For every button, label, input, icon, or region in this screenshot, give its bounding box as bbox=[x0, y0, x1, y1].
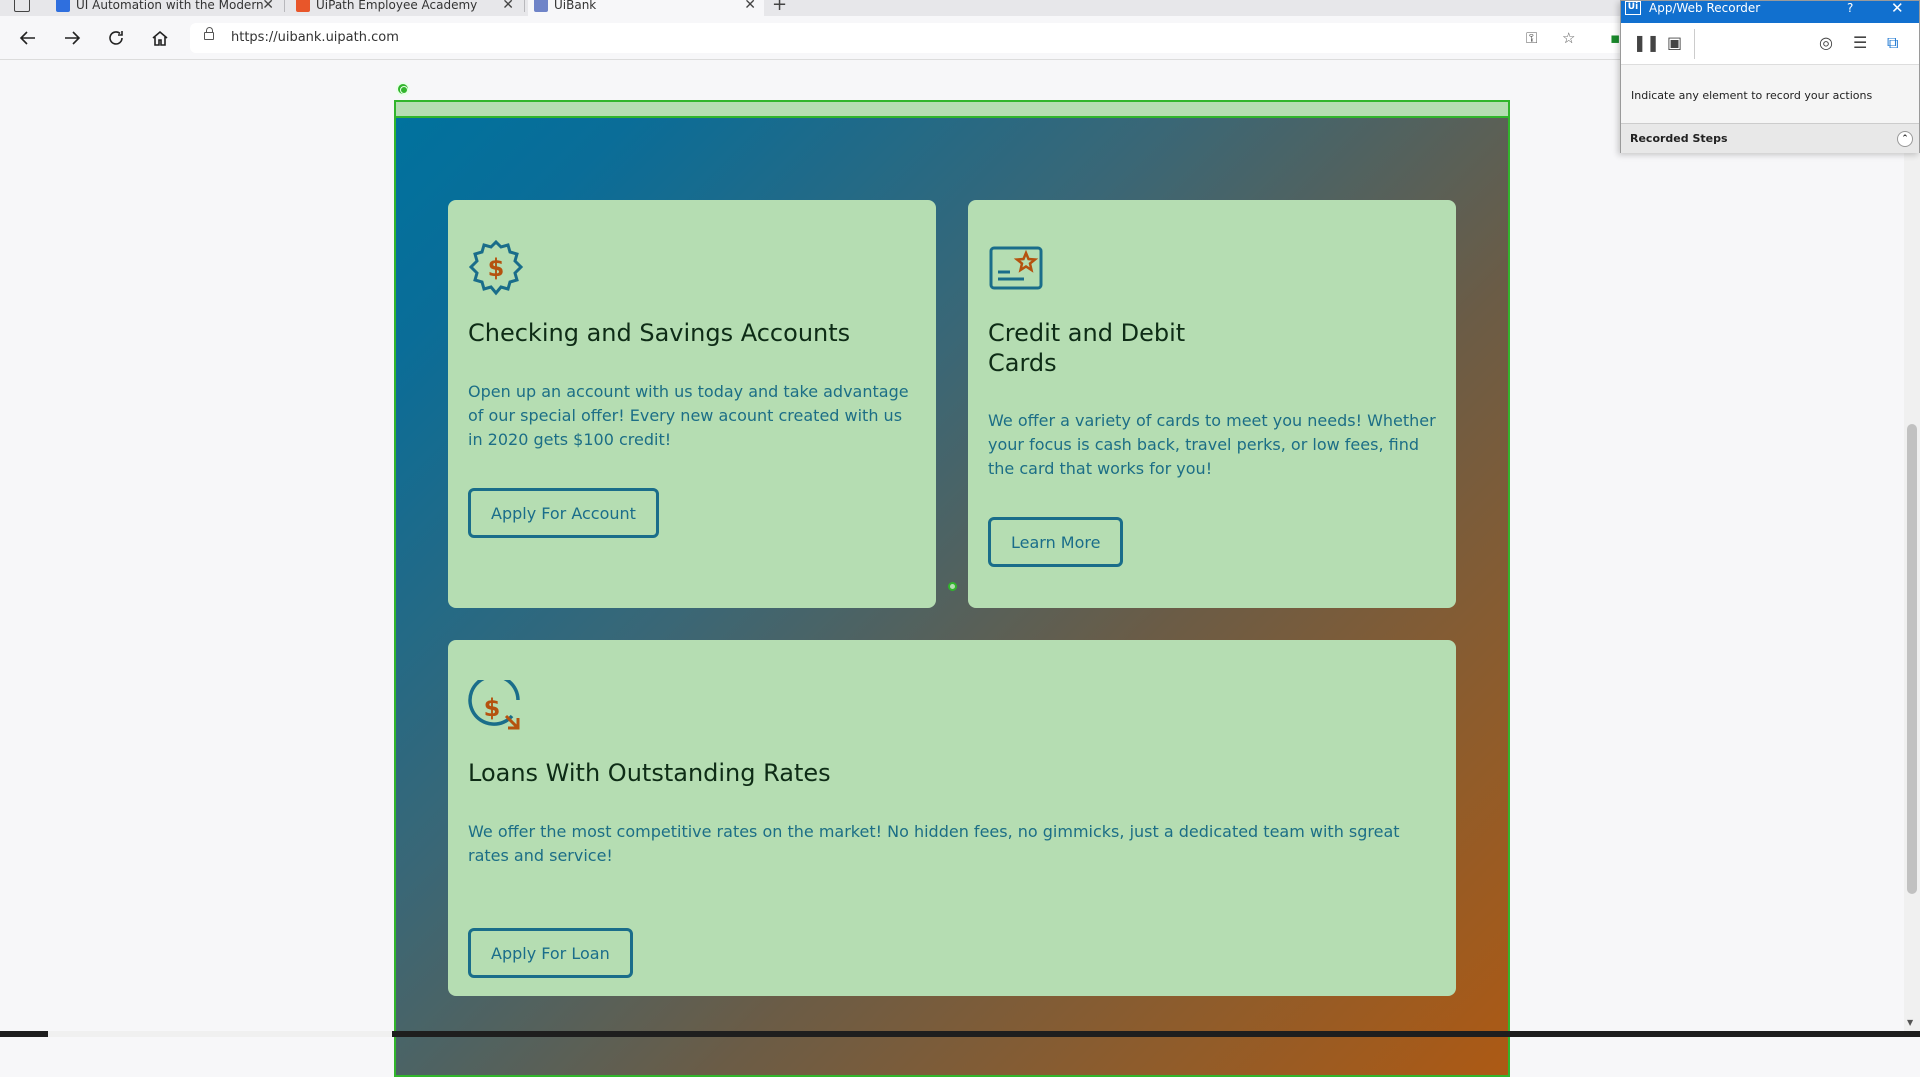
refresh-icon bbox=[109, 31, 123, 45]
tab-uibank[interactable]: UiBank ✕ bbox=[528, 0, 764, 16]
card-description: Open up an account with us today and tak… bbox=[468, 382, 909, 449]
extension-icon[interactable]: ▪ bbox=[1610, 29, 1620, 47]
close-tab-icon[interactable]: ✕ bbox=[262, 0, 274, 13]
card-checking-savings: $ Checking and Savings Accounts Open up … bbox=[448, 200, 936, 608]
card-title: Loans With Outstanding Rates bbox=[468, 759, 831, 787]
recorder-title-bar: Ui App/Web Recorder ? ✕ bbox=[1621, 0, 1919, 23]
learn-more-button[interactable]: Learn More bbox=[988, 517, 1124, 567]
uipath-favicon-icon bbox=[296, 0, 310, 12]
recorder-message: Indicate any element to record your acti… bbox=[1631, 89, 1873, 102]
bank-favicon-icon bbox=[534, 0, 548, 12]
tab-title: UiPath Employee Academy bbox=[316, 0, 478, 12]
favorites-star-icon[interactable]: ☆ bbox=[1562, 29, 1575, 47]
forward-arrow-icon bbox=[65, 31, 81, 45]
loan-dollar-icon: $ bbox=[468, 680, 520, 730]
page-scrollbar[interactable]: ▲ ▼ bbox=[1904, 60, 1920, 1031]
card-title: Checking and Savings Accounts bbox=[468, 319, 851, 347]
dollar-badge-icon: $ bbox=[468, 240, 524, 296]
home-icon bbox=[152, 30, 168, 46]
refresh-button[interactable] bbox=[102, 24, 130, 52]
pause-icon[interactable]: ❚❚ bbox=[1633, 33, 1660, 52]
screenshot-icon[interactable]: ⧉ bbox=[1887, 33, 1898, 53]
close-icon[interactable]: ✕ bbox=[1891, 0, 1904, 17]
svg-text:$: $ bbox=[488, 254, 505, 282]
svg-text:$: $ bbox=[484, 694, 501, 722]
selection-handle-icon[interactable] bbox=[396, 82, 410, 96]
back-arrow-icon bbox=[19, 31, 35, 45]
card-credit-debit: Credit and Debit Cards We offer a variet… bbox=[968, 200, 1456, 608]
close-tab-icon[interactable]: ✕ bbox=[744, 0, 756, 13]
card-description: We offer a variety of cards to meet you … bbox=[988, 411, 1436, 478]
url-field[interactable]: https://uibank.uipath.com ⚿ ☆ ▪ bbox=[190, 23, 1630, 53]
forward-button[interactable] bbox=[58, 24, 86, 52]
save-icon[interactable]: ▣ bbox=[1667, 33, 1682, 52]
card-description: We offer the most competitive rates on t… bbox=[468, 822, 1400, 865]
selection-strip bbox=[396, 102, 1508, 118]
app-web-recorder-panel: Ui App/Web Recorder ? ✕ ❚❚ ▣ ◎ ☰ ⧉ Indic… bbox=[1620, 0, 1920, 153]
apply-for-account-button[interactable]: Apply For Account bbox=[468, 488, 659, 538]
taskbar-segment bbox=[48, 1031, 392, 1037]
scroll-down-icon[interactable]: ▼ bbox=[1907, 1018, 1913, 1027]
apply-for-loan-button[interactable]: Apply For Loan bbox=[468, 928, 633, 978]
url-text: https://uibank.uipath.com bbox=[231, 30, 399, 45]
tab-actions-icon[interactable] bbox=[14, 0, 30, 12]
new-tab-icon[interactable]: + bbox=[772, 0, 787, 15]
close-tab-icon[interactable]: ✕ bbox=[502, 0, 514, 13]
help-icon[interactable]: ? bbox=[1847, 1, 1853, 15]
selection-center-icon bbox=[948, 582, 957, 591]
uipath-logo-icon: Ui bbox=[1625, 1, 1641, 15]
recorder-toolbar: ❚❚ ▣ ◎ ☰ ⧉ bbox=[1621, 23, 1919, 65]
back-button[interactable] bbox=[14, 24, 42, 52]
key-icon[interactable]: ⚿ bbox=[1526, 29, 1537, 47]
target-icon[interactable]: ◎ bbox=[1819, 33, 1833, 52]
chevron-up-icon[interactable]: ⌃ bbox=[1897, 131, 1913, 147]
tab-title: UiBank bbox=[554, 0, 597, 12]
recorded-steps-label: Recorded Steps bbox=[1630, 132, 1728, 145]
tab-uipath-academy[interactable]: UiPath Employee Academy ✕ bbox=[290, 0, 522, 16]
lock-icon bbox=[204, 27, 214, 40]
card-loans: $ Loans With Outstanding Rates We offer … bbox=[448, 640, 1456, 996]
tab-ui-automation[interactable]: UI Automation with the Modern ✕ bbox=[50, 0, 282, 16]
steps-list-icon[interactable]: ☰ bbox=[1853, 33, 1867, 52]
page-viewport: $ Checking and Savings Accounts Open up … bbox=[0, 60, 1904, 1077]
tab-title: UI Automation with the Modern bbox=[76, 0, 264, 12]
home-button[interactable] bbox=[146, 24, 174, 52]
scroll-thumb[interactable] bbox=[1907, 424, 1917, 894]
recorded-steps-header[interactable]: Recorded Steps ⌃ bbox=[1621, 123, 1919, 153]
confluence-favicon-icon bbox=[56, 0, 70, 12]
credit-card-star-icon bbox=[989, 246, 1043, 290]
card-title: Credit and Debit Cards bbox=[988, 319, 1186, 377]
recorder-title: App/Web Recorder bbox=[1649, 1, 1761, 15]
